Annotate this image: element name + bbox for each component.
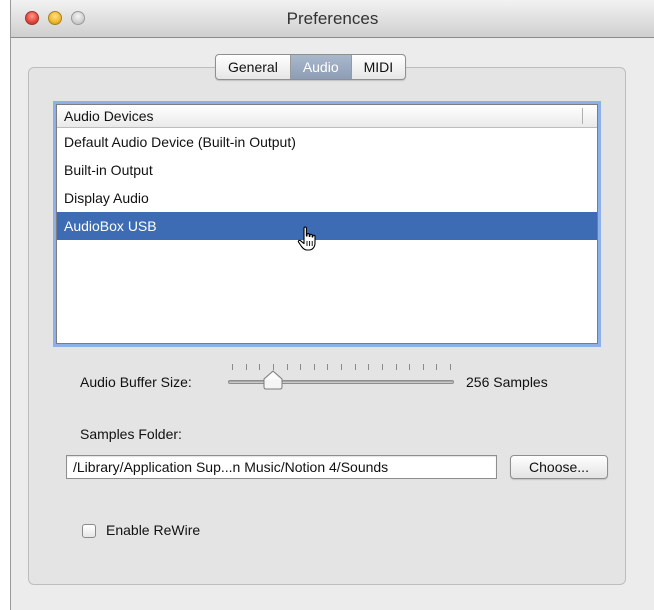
slider-tick	[313, 364, 315, 370]
slider-tick	[381, 364, 383, 370]
enable-rewire-label: Enable ReWire	[106, 522, 201, 538]
tab-audio[interactable]: Audio	[290, 55, 352, 79]
slider-tick	[341, 364, 342, 370]
buffer-size-slider-thumb[interactable]	[262, 370, 284, 390]
audio-devices-header-label: Audio Devices	[64, 108, 154, 124]
slider-tick	[368, 364, 370, 370]
title-bar[interactable]: Preferences	[11, 0, 654, 38]
enable-rewire-checkbox[interactable]	[82, 524, 96, 538]
slider-tick	[395, 364, 397, 370]
buffer-size-label: Audio Buffer Size:	[80, 374, 192, 390]
slider-tick	[259, 364, 261, 370]
tab-midi[interactable]: MIDI	[352, 55, 406, 79]
tab-bar: General Audio MIDI	[215, 54, 407, 80]
device-row-audiobox-usb[interactable]: AudioBox USB	[57, 212, 597, 240]
slider-tick	[354, 364, 356, 370]
pointing-hand-cursor-icon	[297, 226, 316, 251]
samples-folder-path-field[interactable]: /Library/Application Sup...n Music/Notio…	[66, 455, 497, 479]
slider-tick	[327, 364, 329, 370]
choose-folder-button[interactable]: Choose...	[510, 455, 608, 479]
slider-tick	[300, 364, 302, 370]
slider-tick	[422, 364, 424, 370]
slider-tick	[232, 364, 233, 370]
slider-tick	[450, 364, 451, 370]
slider-tick	[436, 364, 438, 370]
buffer-size-value: 256 Samples	[466, 374, 548, 390]
slider-tick	[245, 364, 247, 370]
device-row-built-in-output[interactable]: Built-in Output	[57, 156, 597, 184]
samples-folder-label: Samples Folder:	[80, 426, 182, 442]
column-divider	[582, 108, 583, 124]
slider-tick	[286, 364, 288, 370]
audio-devices-list[interactable]: Audio Devices Default Audio Device (Buil…	[56, 104, 598, 344]
device-row-display-audio[interactable]: Display Audio	[57, 184, 597, 212]
slider-tick	[409, 364, 411, 370]
device-row-default-output[interactable]: Default Audio Device (Built-in Output)	[57, 128, 597, 156]
audio-devices-header[interactable]: Audio Devices	[57, 105, 597, 128]
window-title: Preferences	[286, 9, 379, 28]
tab-general[interactable]: General	[216, 55, 291, 79]
